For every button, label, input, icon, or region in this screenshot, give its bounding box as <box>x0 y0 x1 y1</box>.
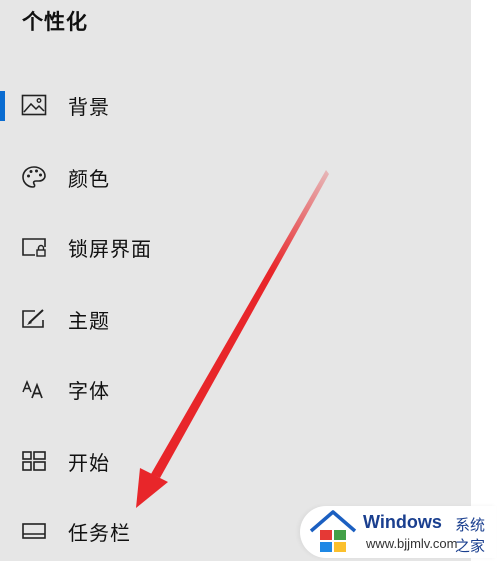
taskbar-icon <box>20 517 48 545</box>
settings-sidebar: 个性化 背景 颜色 锁屏界面 主题 字体 开始 任务栏 <box>0 0 471 561</box>
selection-indicator <box>0 91 5 121</box>
picture-icon <box>20 91 48 119</box>
palette-icon <box>20 163 48 191</box>
watermark-brand: Windows <box>363 512 442 532</box>
sidebar-item-fonts[interactable]: 字体 <box>0 364 471 414</box>
windows-logo-icon <box>308 509 358 559</box>
sidebar-item-label: 开始 <box>68 450 110 475</box>
sidebar-item-label: 颜色 <box>68 166 110 191</box>
font-icon <box>20 375 48 403</box>
sidebar-item-label: 背景 <box>68 94 110 119</box>
lock-screen-icon <box>20 233 48 261</box>
sidebar-item-themes[interactable]: 主题 <box>0 294 471 344</box>
theme-icon <box>20 305 48 333</box>
watermark-brand-suffix: 系统之家 <box>455 516 486 555</box>
sidebar-item-lock-screen[interactable]: 锁屏界面 <box>0 222 471 272</box>
sidebar-item-colors[interactable]: 颜色 <box>0 152 471 202</box>
start-tiles-icon <box>20 447 48 475</box>
sidebar-item-label: 任务栏 <box>68 520 131 545</box>
sidebar-item-label: 字体 <box>68 378 110 403</box>
page-title: 个性化 <box>22 10 88 34</box>
sidebar-item-start[interactable]: 开始 <box>0 436 471 486</box>
site-watermark: Windows 系统之家 www.bjjmlv.com <box>300 506 496 558</box>
watermark-url: www.bjjmlv.com <box>366 536 458 551</box>
sidebar-item-label: 主题 <box>68 308 110 333</box>
sidebar-item-label: 锁屏界面 <box>68 236 152 261</box>
sidebar-item-background[interactable]: 背景 <box>0 80 471 130</box>
